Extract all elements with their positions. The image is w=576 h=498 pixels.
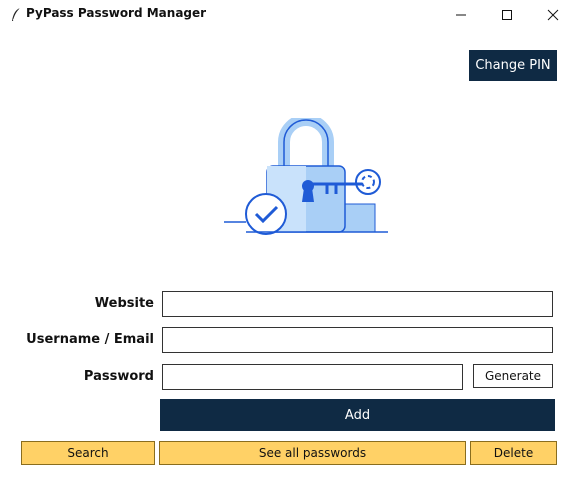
close-button[interactable] bbox=[530, 0, 576, 30]
maximize-icon bbox=[501, 6, 513, 25]
username-label: Username / Email bbox=[26, 332, 154, 347]
minimize-icon bbox=[455, 6, 467, 25]
password-input[interactable] bbox=[162, 364, 463, 390]
maximize-button[interactable] bbox=[484, 0, 530, 30]
username-input[interactable] bbox=[162, 327, 553, 353]
see-all-passwords-button[interactable]: See all passwords bbox=[159, 441, 466, 465]
generate-button[interactable]: Generate bbox=[473, 364, 553, 388]
website-input[interactable] bbox=[162, 291, 553, 317]
title-bar: PyPass Password Manager bbox=[0, 0, 576, 30]
padlock-illustration-icon bbox=[222, 114, 390, 238]
password-label: Password bbox=[83, 369, 154, 384]
feather-icon bbox=[9, 7, 23, 23]
window-title: PyPass Password Manager bbox=[26, 6, 207, 20]
add-button[interactable]: Add bbox=[160, 399, 555, 431]
website-label: Website bbox=[94, 296, 154, 311]
change-pin-button[interactable]: Change PIN bbox=[469, 50, 557, 81]
search-button[interactable]: Search bbox=[21, 441, 155, 465]
close-icon bbox=[547, 6, 559, 25]
minimize-button[interactable] bbox=[438, 0, 484, 30]
delete-button[interactable]: Delete bbox=[470, 441, 557, 465]
